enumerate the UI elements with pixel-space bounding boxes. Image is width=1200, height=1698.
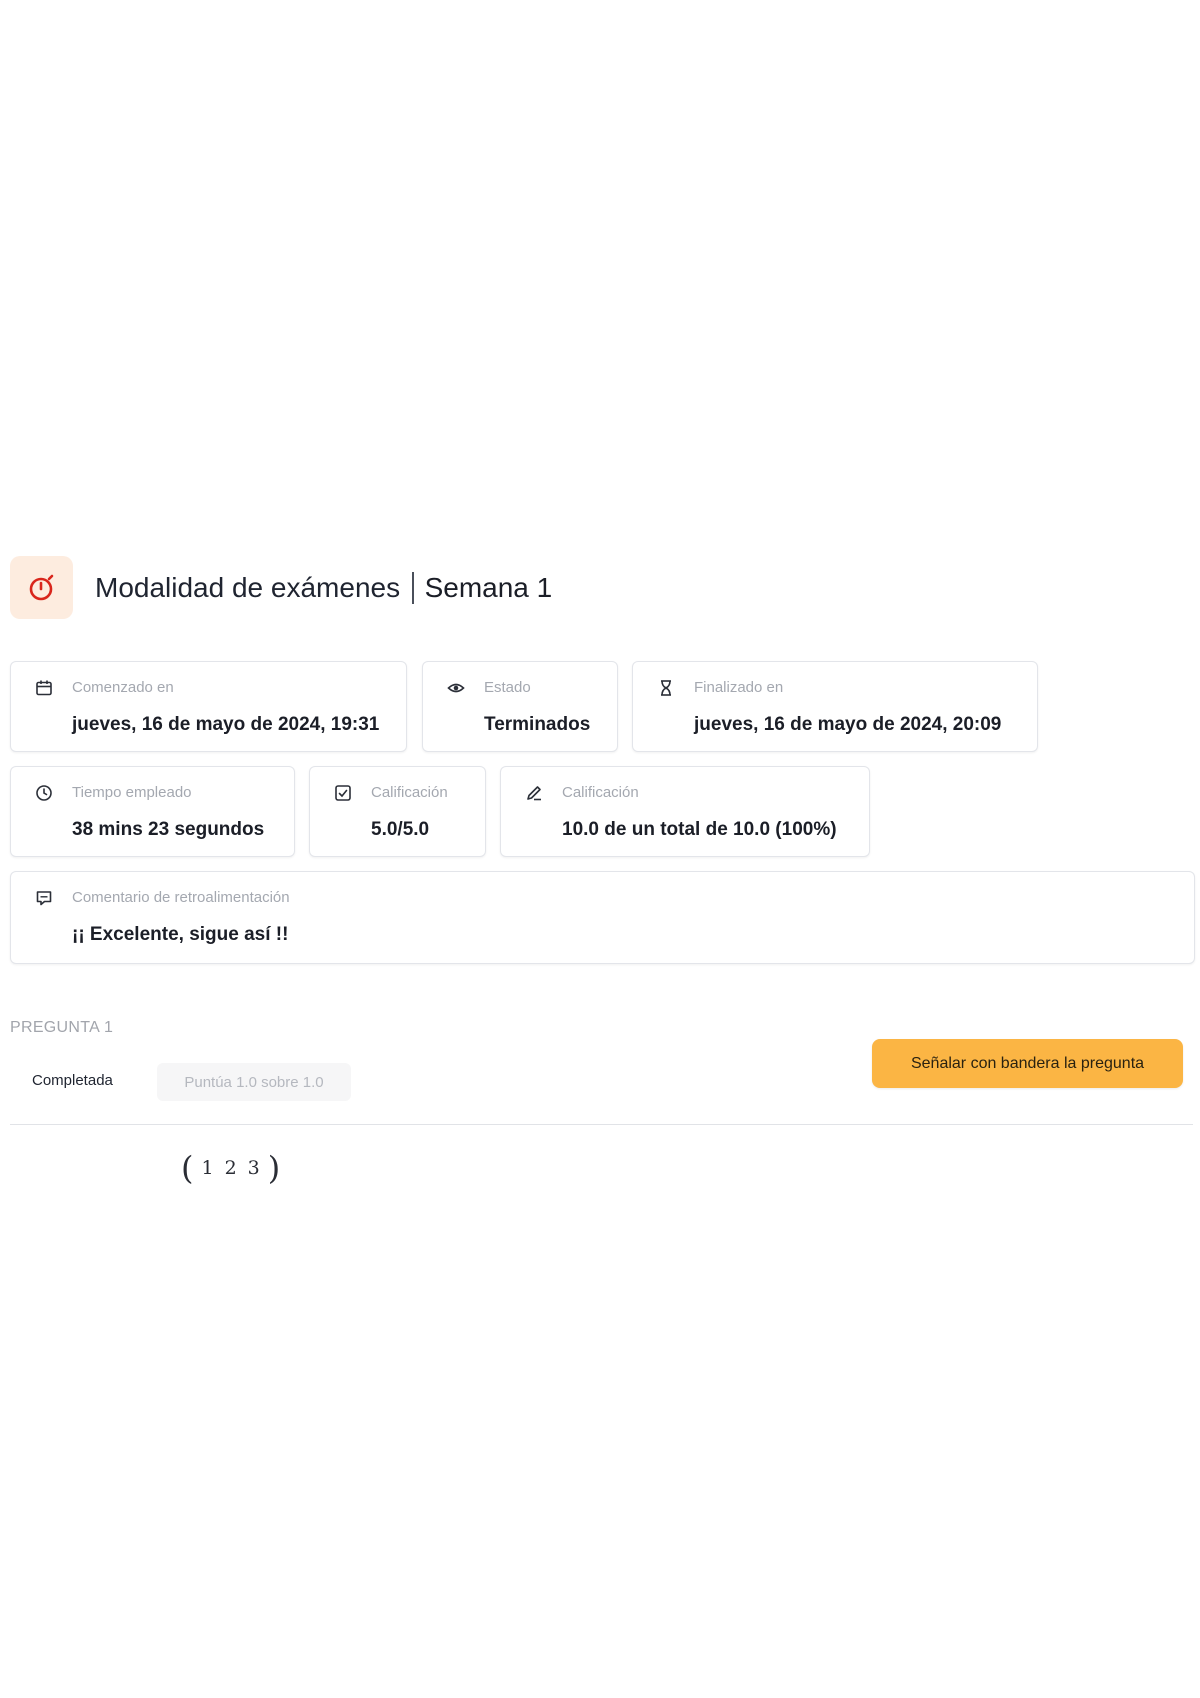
flag-question-button[interactable]: Señalar con bandera la pregunta: [872, 1039, 1183, 1088]
feedback-value: ¡¡ Excelente, sigue así !!: [72, 924, 289, 945]
grade-points-label: Calificación: [371, 784, 448, 801]
question-matrix: ( 1 2 3 ): [181, 1150, 280, 1186]
grade-total-card: Calificación 10.0 de un total de 10.0 (1…: [500, 766, 870, 857]
section-divider: [10, 1124, 1193, 1125]
time-spent-card: Tiempo empleado 38 mins 23 segundos: [10, 766, 295, 857]
exam-week: Semana 1: [424, 571, 553, 603]
title-separator: [412, 571, 414, 604]
started-label: Comenzado en: [72, 679, 174, 696]
page-title: Modalidad de exámenes Semana 1: [95, 571, 553, 604]
stopwatch-icon: [10, 556, 73, 619]
finished-value: jueves, 16 de mayo de 2024, 20:09: [694, 714, 1002, 735]
status-value: Terminados: [484, 714, 591, 735]
finished-card: Finalizado en jueves, 16 de mayo de 2024…: [632, 661, 1038, 752]
matrix-cell: 1: [201, 1157, 214, 1179]
time-spent-label: Tiempo empleado: [72, 784, 192, 801]
hourglass-icon: [661, 680, 671, 696]
exam-title: Modalidad de exámenes: [95, 571, 401, 603]
started-card: Comenzado en jueves, 16 de mayo de 2024,…: [10, 661, 407, 752]
question-number: PREGUNTA 1: [10, 1019, 114, 1036]
eye-icon: [447, 683, 465, 693]
matrix-left-bracket: (: [181, 1149, 194, 1187]
matrix-cell: 3: [247, 1157, 260, 1179]
grade-points-card: Calificación 5.0/5.0: [309, 766, 486, 857]
finished-label: Finalizado en: [694, 679, 784, 696]
checkbox-icon: [335, 785, 351, 801]
question-score-badge: Puntúa 1.0 sobre 1.0: [157, 1063, 351, 1101]
feedback-card: Comentario de retroalimentación ¡¡ Excel…: [10, 871, 1195, 964]
started-value: jueves, 16 de mayo de 2024, 19:31: [72, 714, 380, 735]
calendar-icon: [36, 680, 52, 696]
feedback-label: Comentario de retroalimentación: [72, 889, 290, 906]
matrix-right-bracket: ): [267, 1149, 281, 1187]
grade-total-value: 10.0 de un total de 10.0 (100%): [562, 819, 837, 840]
status-card: Estado Terminados: [422, 661, 618, 752]
question-status: Completada: [32, 1072, 113, 1089]
page-header: Modalidad de exámenes Semana 1: [10, 556, 552, 619]
time-spent-value: 38 mins 23 segundos: [72, 819, 265, 840]
status-label: Estado: [484, 679, 531, 696]
clock-icon: [36, 785, 52, 801]
matrix-cell: 2: [224, 1157, 237, 1179]
pencil-icon: [527, 786, 541, 801]
comment-icon: [36, 891, 52, 906]
grade-points-value: 5.0/5.0: [371, 819, 430, 840]
grade-total-label: Calificación: [562, 784, 639, 801]
